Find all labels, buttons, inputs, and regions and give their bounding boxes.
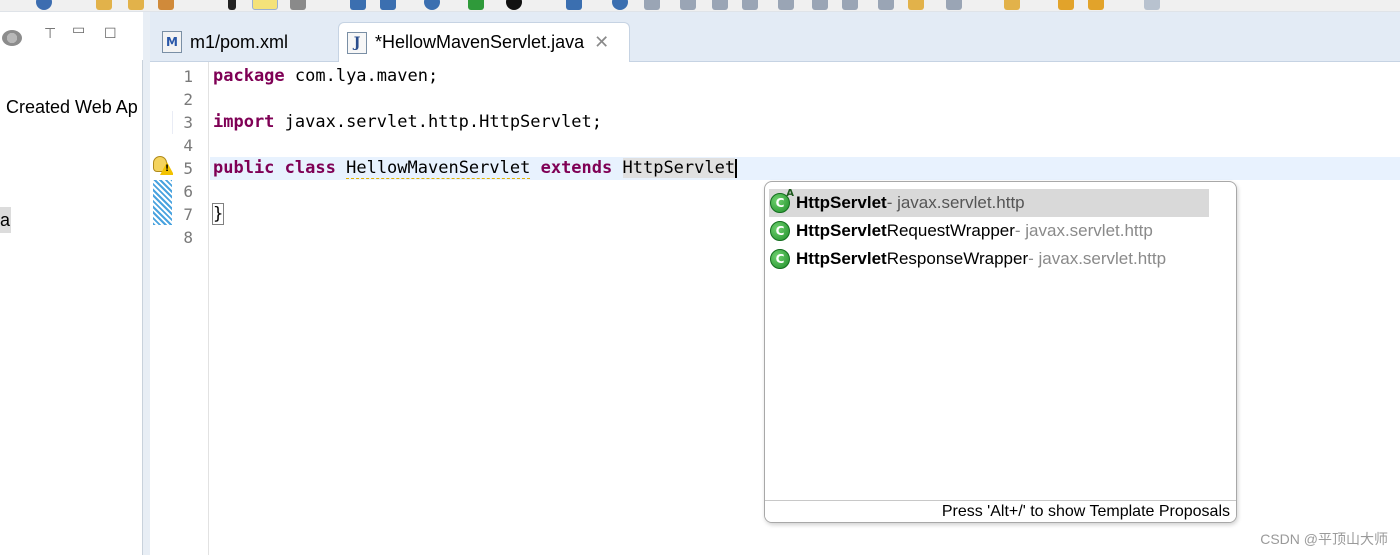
nav-icon[interactable] xyxy=(842,0,858,10)
proposal-suffix: ResponseWrapper xyxy=(886,249,1029,268)
close-icon[interactable]: ✕ xyxy=(594,32,609,53)
proposal-item[interactable]: C HttpServlet RequestWrapper - javax.serv… xyxy=(769,217,1209,245)
editor-tab-bar: M m1/pom.xml J *HellowMavenServlet.java … xyxy=(150,12,1400,62)
keyword: public xyxy=(213,158,275,178)
line-number: 1 xyxy=(183,67,193,86)
proposal-match: HttpServlet xyxy=(796,221,887,240)
run-arrow-icon[interactable] xyxy=(228,0,236,10)
keyword: class xyxy=(284,158,336,178)
nav-icon[interactable] xyxy=(778,0,794,10)
nav-icon[interactable] xyxy=(878,0,894,10)
proposal-list[interactable]: CA HttpServlet - javax.servlet.http C Ht… xyxy=(765,182,1236,500)
nav-icon[interactable] xyxy=(680,0,696,10)
nav-icon[interactable] xyxy=(908,0,924,10)
monitor-icon[interactable] xyxy=(566,0,582,10)
debug-icon[interactable] xyxy=(290,0,306,10)
proposal-suffix: RequestWrapper xyxy=(886,221,1015,240)
layout-icon[interactable] xyxy=(380,0,396,10)
line-number: 8 xyxy=(183,228,193,247)
run-server-icon[interactable] xyxy=(468,0,484,10)
back-icon[interactable] xyxy=(1058,0,1074,10)
content-assist-popup[interactable]: CA HttpServlet - javax.servlet.http C Ht… xyxy=(764,181,1237,523)
line-number: 3 xyxy=(183,113,193,132)
line-number: 2 xyxy=(183,90,193,109)
line-number-ruler: 1 2 3 4 5 6 7 8 xyxy=(173,62,209,555)
maven-file-icon: M xyxy=(162,31,182,53)
proposal-match: HttpServlet xyxy=(796,193,887,212)
proposal-item[interactable]: C HttpServlet ResponseWrapper - javax.ser… xyxy=(769,245,1209,273)
keyword: extends xyxy=(540,158,613,178)
refresh-icon[interactable] xyxy=(36,0,52,10)
package-explorer-header: ⊤ ▭ ☐ xyxy=(0,12,143,60)
tree-item-selected[interactable]: a xyxy=(0,207,11,233)
open-folder-icon[interactable] xyxy=(128,0,144,10)
type-name[interactable]: HttpServlet xyxy=(622,158,736,178)
code-line-7[interactable]: } xyxy=(211,203,225,226)
closing-brace: } xyxy=(211,203,225,225)
class-name[interactable]: HellowMavenServlet xyxy=(346,158,531,179)
annotation-ruler[interactable]: ! xyxy=(150,62,174,555)
warning-lightbulb-icon[interactable]: ! xyxy=(153,156,174,176)
line-number: 4 xyxy=(183,136,193,155)
wand-icon[interactable] xyxy=(158,0,174,10)
stop-icon[interactable] xyxy=(506,0,522,10)
nav-icon[interactable] xyxy=(1004,0,1020,10)
package-explorer-icon xyxy=(2,30,22,46)
maximize-icon[interactable]: ☐ xyxy=(104,26,117,42)
import-name: javax.servlet.http.HttpServlet; xyxy=(274,112,602,132)
code-line-5[interactable]: public class HellowMavenServlet extends … xyxy=(213,157,738,180)
nav-icon[interactable] xyxy=(644,0,660,10)
text-cursor xyxy=(735,158,738,178)
proposal-package: - javax.servlet.http xyxy=(1014,221,1153,240)
line-number: 7 xyxy=(183,205,193,224)
globe-icon[interactable] xyxy=(424,0,440,10)
proposal-item[interactable]: CA HttpServlet - javax.servlet.http xyxy=(769,188,1209,217)
panel-divider[interactable] xyxy=(143,12,150,555)
line-number: 6 xyxy=(183,182,193,201)
keyword: import xyxy=(213,112,275,132)
line-number: 5 xyxy=(183,159,193,178)
view-menu-icon[interactable]: ⊤ xyxy=(44,26,56,42)
nav-icon[interactable] xyxy=(712,0,728,10)
tab-pom-xml[interactable]: M m1/pom.xml xyxy=(160,22,336,62)
console-icon[interactable] xyxy=(350,0,366,10)
code-line-3[interactable]: import javax.servlet.http.HttpServlet; xyxy=(213,111,602,134)
highlight-icon[interactable] xyxy=(252,0,278,10)
class-icon: C xyxy=(770,249,790,269)
tree-item-label[interactable]: Created Web Ap xyxy=(6,97,138,118)
minimize-icon[interactable]: ▭ xyxy=(72,22,85,38)
class-icon: C xyxy=(770,221,790,241)
search-icon[interactable] xyxy=(612,0,628,10)
proposal-match: HttpServlet xyxy=(796,249,887,268)
forward-icon[interactable] xyxy=(1144,0,1160,10)
package-explorer-panel: ⊤ ▭ ☐ Created Web Ap a xyxy=(0,12,143,555)
tab-hellow-maven-servlet[interactable]: J *HellowMavenServlet.java ✕ xyxy=(338,22,630,62)
tab-label: m1/pom.xml xyxy=(190,31,289,52)
code-line-1[interactable]: package com.lya.maven; xyxy=(213,65,438,88)
watermark: CSDN @平顶山大师 xyxy=(1260,531,1388,547)
nav-icon[interactable] xyxy=(812,0,828,10)
nav-icon[interactable] xyxy=(742,0,758,10)
nav-icon[interactable] xyxy=(946,0,962,10)
java-file-icon: J xyxy=(347,31,367,54)
package-name: com.lya.maven; xyxy=(284,66,439,86)
change-marker xyxy=(153,180,172,225)
keyword: package xyxy=(213,66,285,86)
template-proposals-hint[interactable]: Press 'Alt+/' to show Template Proposals xyxy=(765,500,1236,522)
proposal-package: - javax.servlet.http xyxy=(1028,249,1167,268)
main-toolbar xyxy=(0,0,1400,12)
open-folder-icon[interactable] xyxy=(96,0,112,10)
tab-label: *HellowMavenServlet.java xyxy=(375,32,585,52)
back-icon[interactable] xyxy=(1088,0,1104,10)
abstract-class-icon: CA xyxy=(770,188,794,213)
proposal-package: - javax.servlet.http xyxy=(886,193,1025,212)
